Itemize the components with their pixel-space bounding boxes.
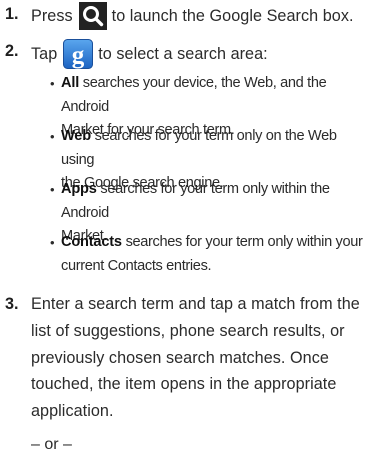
bullet-web-line1: searches for your term only on the Web u… [61, 128, 337, 168]
bullet-all-line1: searches your device, the Web, and the A… [61, 75, 327, 115]
bullet-contacts-term: Contacts [61, 234, 122, 250]
step-3-line: list of suggestions, phone search result… [31, 321, 345, 340]
bullet-contacts-line2: current Contacts entries. [61, 257, 212, 274]
step-3-text: Enter a search term and tap a match from… [31, 291, 371, 425]
step-2-after: to select a search area: [98, 45, 268, 63]
bullet-dot: • [50, 129, 55, 144]
step-2-number: 2. [5, 42, 19, 60]
step-1-after: to launch the Google Search box. [111, 7, 354, 25]
instruction-page: 1. Press to launch the Google Search box… [0, 0, 376, 461]
step-1-text: Press to launch the Google Search box. [31, 2, 371, 30]
step-3-line: application. [31, 402, 114, 421]
bullet-dot: • [50, 76, 55, 91]
step-3-number: 3. [5, 295, 19, 313]
bullet-apps-term: Apps [61, 181, 97, 197]
step-3-line: previously chosen search matches. Once [31, 348, 329, 367]
bullet-web-term: Web [61, 128, 91, 144]
step-3-line: Enter a search term and tap a match from… [31, 295, 360, 313]
step-1-number: 1. [5, 5, 19, 23]
bullet-apps-line1: searches for your term only within the A… [61, 181, 330, 221]
google-g-icon: g [63, 39, 94, 69]
step-1-before: Press [31, 7, 73, 25]
bullet-all-term: All [61, 75, 80, 91]
bullet-dot: • [50, 182, 55, 197]
or-separator: – or – [31, 436, 72, 453]
bullet-contacts-line1: searches for your term only within your [125, 234, 363, 250]
bullet-dot: • [50, 235, 55, 250]
step-2-text: Tap g to select a search area: [31, 39, 371, 69]
bullet-contacts-text: Contacts searches for your term only wit… [61, 231, 373, 278]
step-2-before: Tap [31, 45, 58, 63]
search-icon [78, 2, 107, 30]
step-3-line: touched, the item opens in the appropria… [31, 375, 337, 394]
svg-text:g: g [72, 42, 85, 69]
